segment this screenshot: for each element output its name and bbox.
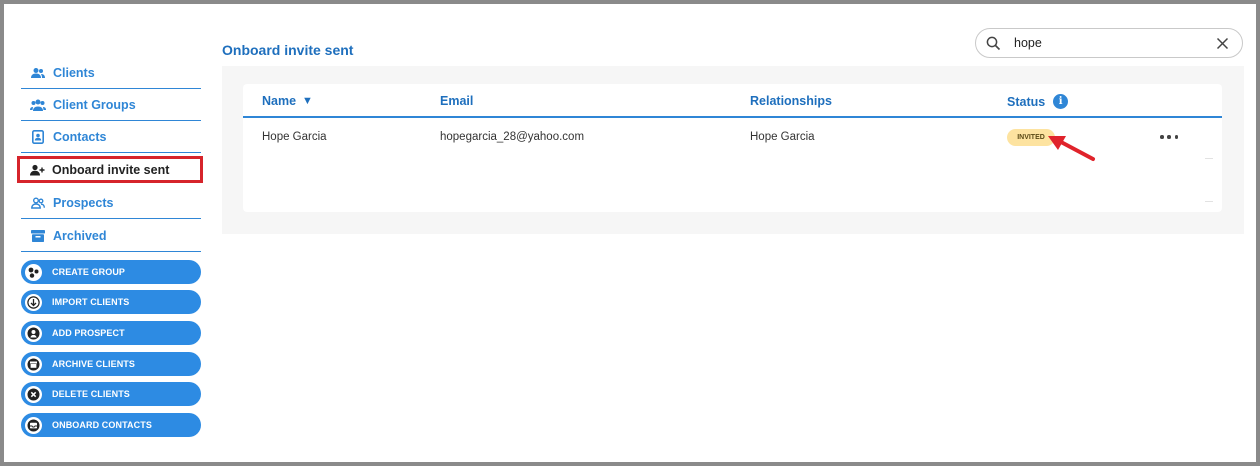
import-clients-label: IMPORT CLIENTS bbox=[52, 297, 130, 307]
group-icon bbox=[25, 263, 42, 281]
clear-search-icon[interactable] bbox=[1216, 36, 1230, 50]
sidebar-item-label: Onboard invite sent bbox=[52, 162, 170, 177]
page-title: Onboard invite sent bbox=[222, 42, 354, 58]
add-prospect-button[interactable]: ADD PROSPECT bbox=[21, 321, 201, 345]
sidebar-item-label: Contacts bbox=[53, 129, 107, 144]
sidebar-item-label: Archived bbox=[53, 228, 107, 243]
sidebar-item-label: Prospects bbox=[53, 195, 114, 210]
row-more-actions-icon[interactable] bbox=[1160, 130, 1178, 144]
info-icon[interactable]: i bbox=[1053, 94, 1069, 109]
table-header-divider bbox=[243, 116, 1222, 118]
onboard-contacts-label: ONBOARD CONTACTS bbox=[52, 420, 152, 430]
search-box[interactable] bbox=[975, 28, 1243, 58]
delete-clients-button[interactable]: DELETE CLIENTS bbox=[21, 382, 201, 406]
cell-email: hopegarcia_28@yahoo.com bbox=[440, 131, 585, 143]
cell-relationships: Hope Garcia bbox=[750, 131, 815, 143]
sidebar-item-archived[interactable]: Archived bbox=[21, 220, 201, 252]
import-clients-button[interactable]: IMPORT CLIENTS bbox=[21, 290, 201, 314]
sidebar-item-label: Clients bbox=[53, 65, 95, 80]
onboard-contacts-button[interactable]: ONBOARD CONTACTS bbox=[21, 413, 201, 437]
person-add-icon bbox=[26, 162, 48, 178]
archive-clients-button[interactable]: ARCHIVE CLIENTS bbox=[21, 352, 201, 376]
delete-clients-label: DELETE CLIENTS bbox=[52, 389, 130, 399]
sidebar-item-clients[interactable]: Clients bbox=[21, 57, 201, 89]
search-input[interactable] bbox=[1014, 36, 1204, 50]
sidebar-item-client-groups[interactable]: Client Groups bbox=[21, 89, 201, 121]
archive-icon bbox=[25, 355, 42, 373]
sidebar-item-prospects[interactable]: Prospects bbox=[21, 187, 201, 219]
person-icon bbox=[25, 324, 42, 342]
row-divider bbox=[1205, 201, 1213, 202]
column-header-email[interactable]: Email bbox=[440, 94, 473, 108]
prospects-icon bbox=[27, 195, 49, 211]
archive-icon bbox=[27, 228, 49, 244]
column-header-status[interactable]: Status i bbox=[1007, 94, 1069, 109]
sidebar-item-label: Client Groups bbox=[53, 97, 136, 112]
row-divider bbox=[1205, 158, 1213, 159]
search-icon bbox=[986, 35, 1002, 51]
sort-desc-icon: ▼ bbox=[302, 95, 313, 107]
create-group-label: CREATE GROUP bbox=[52, 267, 126, 277]
sidebar-item-contacts[interactable]: Contacts bbox=[21, 121, 201, 153]
close-icon bbox=[25, 385, 42, 403]
column-header-name[interactable]: Name ▼ bbox=[262, 94, 313, 108]
add-prospect-label: ADD PROSPECT bbox=[52, 328, 125, 338]
clients-icon bbox=[27, 65, 49, 81]
import-icon bbox=[25, 293, 42, 311]
create-group-button[interactable]: CREATE GROUP bbox=[21, 260, 201, 284]
contacts-icon bbox=[27, 129, 49, 145]
sidebar-item-onboard-invite-sent[interactable]: Onboard invite sent bbox=[17, 156, 203, 183]
column-header-relationships[interactable]: Relationships bbox=[750, 94, 832, 108]
inbox-icon bbox=[25, 416, 42, 434]
annotation-arrow-icon bbox=[1048, 136, 1095, 161]
cell-name: Hope Garcia bbox=[262, 131, 327, 143]
client-groups-icon bbox=[27, 97, 49, 113]
archive-clients-label: ARCHIVE CLIENTS bbox=[52, 359, 136, 369]
